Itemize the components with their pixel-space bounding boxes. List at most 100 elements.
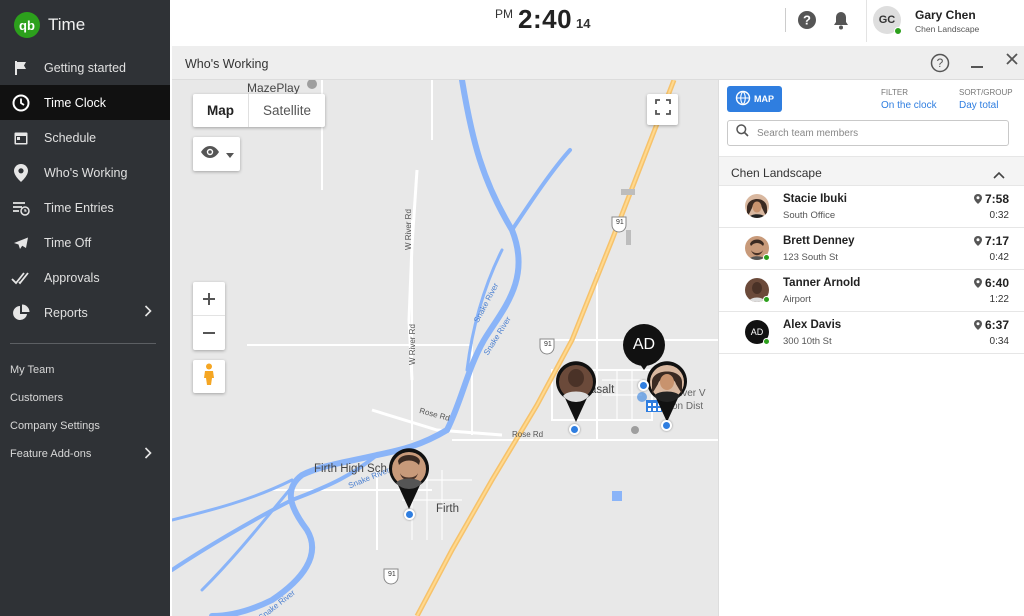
pegman-icon [203,363,215,390]
list-item-tanner-arnold[interactable]: Tanner Arnold Airport 6:40 1:22 [719,270,1024,312]
map-route-91: 91 [616,219,624,226]
sidebar-item-schedule[interactable]: Schedule [0,120,170,155]
sidebar-item-approvals[interactable]: Approvals [0,260,170,295]
sidebar-item-customers[interactable]: Customers [0,384,170,412]
filter-dropdown[interactable]: On the clock [881,100,937,111]
team-panel: MAP FILTER On the clock SORT/GROUP Day t… [718,80,1024,616]
user-menu[interactable]: GC Gary Chen Chen Landscape [866,0,1024,42]
member-name: Stacie Ibuki [783,193,847,205]
help-icon[interactable]: ? [797,10,817,35]
sidebar-item-label: Feature Add-ons [10,448,92,460]
online-status-dot [763,338,770,345]
sidebar-item-time-entries[interactable]: Time Entries [0,190,170,225]
clock-in-value: 6:40 [984,276,1009,290]
pie-chart-icon [10,303,32,323]
group-header[interactable]: Chen Landscape [719,156,1024,186]
app-name: Time [48,15,86,34]
location-pin-icon [973,278,982,288]
member-location: South Office [783,210,836,221]
duration: 0:34 [989,336,1009,347]
user-company: Chen Landscape [915,24,980,34]
avatar [745,194,769,218]
eye-icon [200,145,220,164]
chevron-right-icon [144,447,152,462]
list-item-brett-denney[interactable]: Brett Denney 123 South St 7:17 0:42 [719,228,1024,270]
member-location: 123 South St [783,252,838,263]
window-title: Who's Working [185,57,269,71]
double-check-icon [10,268,32,288]
clock-in-time: 7:58 [973,192,1009,206]
search-box [727,120,1009,146]
sidebar-item-getting-started[interactable]: Getting started [0,50,170,85]
clock-in-time: 6:37 [973,318,1009,332]
sidebar-item-label: Time Entries [44,200,114,215]
minimize-icon[interactable] [970,52,984,75]
chevron-up-icon[interactable] [993,166,1005,184]
fullscreen-button[interactable] [647,94,678,125]
member-name: Alex Davis [783,319,842,331]
sidebar-item-company-settings[interactable]: Company Settings [0,412,170,440]
street-view-pegman[interactable] [193,360,225,393]
svg-text:?: ? [937,56,944,70]
member-location: 300 10th St [783,336,832,347]
sidebar-item-time-clock[interactable]: Time Clock [0,85,170,120]
list-item-stacie-ibuki[interactable]: Stacie Ibuki South Office 7:58 0:32 [719,186,1024,228]
map-type-satellite-button[interactable]: Satellite [249,94,325,127]
map-route-91: 91 [544,341,552,348]
close-icon[interactable] [1005,52,1019,71]
sort-group-label: SORT/GROUP [959,88,1013,97]
sidebar-item-label: Time Clock [44,95,107,110]
online-status-dot [894,27,902,35]
brand[interactable]: qb Time [0,0,170,50]
time-entries-icon [10,198,32,218]
location-pin-icon [973,236,982,246]
duration: 0:32 [989,210,1009,221]
sort-group-dropdown[interactable]: Day total [959,100,998,111]
map-label-firth-high: Firth High Sch [314,463,387,475]
location-dot [661,420,672,431]
sidebar: qb Time Getting started Time Clock Sched… [0,0,170,616]
map-type-toggle: Map Satellite [193,94,326,127]
visibility-dropdown[interactable] [193,137,240,171]
filter-label: FILTER [881,88,908,97]
list-item-alex-davis[interactable]: AD Alex Davis 300 10th St 6:37 0:34 [719,312,1024,354]
bell-icon[interactable] [832,10,850,35]
sidebar-item-reports[interactable]: Reports [0,295,170,330]
calendar-icon [10,128,32,148]
pin-tail [637,360,651,370]
map-view[interactable]: MazePlay W River Rd W River Rd Snake Riv… [172,80,718,616]
map-view-button[interactable]: MAP [727,86,782,112]
map-button-label: MAP [754,94,774,104]
sidebar-item-whos-working[interactable]: Who's Working [0,155,170,190]
member-name: Tanner Arnold [783,277,861,289]
help-icon[interactable]: ? [930,53,950,78]
top-bar-divider [785,8,786,32]
user-name: Gary Chen [915,8,976,22]
map-label-rose-rd: Rose Rd [512,430,544,439]
sidebar-item-label: Schedule [44,130,97,145]
map-label-w-river-rd: W River Rd [408,324,417,365]
map-pin-brett-denney[interactable] [388,447,430,511]
clock-in-value: 6:37 [984,318,1009,332]
group-name: Chen Landscape [731,166,822,180]
svg-text:?: ? [803,13,811,28]
search-input[interactable] [757,127,987,139]
zoom-controls [193,282,225,350]
sidebar-item-feature-add-ons[interactable]: Feature Add-ons [0,440,170,468]
flag-icon [10,58,32,78]
zoom-out-button[interactable] [193,316,225,350]
window-header: Who's Working ? [172,46,1024,80]
avatar-initials: AD [750,327,764,337]
top-bar: PM 2:40 14 ? GC Gary Chen Chen Landscape [170,0,1024,44]
map-type-map-button[interactable]: Map [193,94,249,127]
zoom-in-button[interactable] [193,282,225,316]
sidebar-item-my-team[interactable]: My Team [0,356,170,384]
online-status-dot [763,254,770,261]
search-icon [736,124,749,142]
sidebar-item-label: Approvals [44,270,100,285]
map-pin-alex-davis[interactable]: AD [623,324,665,370]
map-pin-tanner-arnold[interactable] [555,360,597,424]
sidebar-item-time-off[interactable]: Time Off [0,225,170,260]
quickbooks-logo: qb [14,12,40,38]
sidebar-item-label: Company Settings [10,420,100,432]
